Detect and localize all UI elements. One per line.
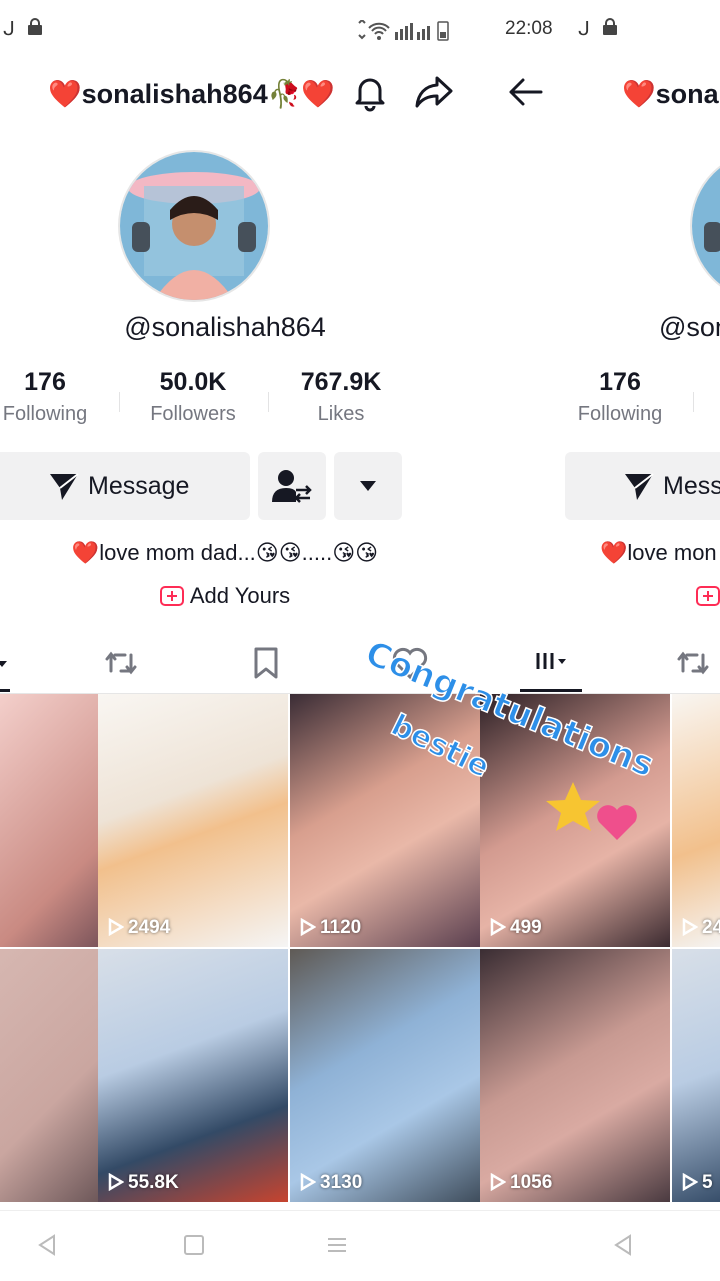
nav-back-icon[interactable] bbox=[36, 1233, 58, 1257]
friends-button[interactable] bbox=[258, 452, 326, 520]
tab-videos[interactable] bbox=[0, 643, 25, 692]
view-count: 55.8K bbox=[108, 1172, 179, 1194]
following-stat[interactable]: 176 Following bbox=[0, 368, 105, 426]
view-count: 24 bbox=[682, 917, 720, 939]
likes-stat[interactable]: 767.9K Likes bbox=[281, 368, 401, 426]
content-tabs bbox=[0, 635, 480, 694]
lock-icon bbox=[602, 18, 618, 42]
tab-liked[interactable] bbox=[390, 643, 430, 683]
message-button[interactable]: Message bbox=[0, 452, 250, 520]
content-tabs bbox=[500, 635, 720, 694]
bio-text: ❤️love mon bbox=[600, 540, 717, 565]
lock-icon bbox=[27, 18, 43, 42]
send-icon bbox=[50, 473, 79, 500]
video-thumbnail[interactable]: 24 bbox=[672, 694, 720, 947]
view-count: 1056 bbox=[490, 1172, 552, 1194]
video-thumbnail[interactable]: 55.8K bbox=[98, 949, 288, 1202]
video-thumbnail[interactable]: 3130 bbox=[290, 949, 480, 1202]
profile-screen-next: 22:08 ᒍ ❤️sonal @son 176Following Mess ❤… bbox=[480, 0, 720, 1280]
video-thumbnail[interactable]: 1120 bbox=[290, 694, 480, 947]
status-icons bbox=[355, 18, 451, 48]
notification-indicator: ᒍ bbox=[3, 19, 15, 40]
followers-stat[interactable]: 50.0K Followers bbox=[133, 368, 253, 426]
following-stat[interactable]: 176 Following bbox=[560, 368, 680, 426]
username-handle: @son bbox=[659, 312, 720, 342]
nav-home-icon[interactable] bbox=[183, 1233, 205, 1257]
bell-icon[interactable] bbox=[350, 72, 394, 116]
video-thumbnail[interactable]: 2494 bbox=[98, 694, 288, 947]
view-count: 2494 bbox=[108, 917, 170, 939]
profile-screen: ᒍ ❤️sonalishah864🥀❤️ @sonalishah864 176 … bbox=[0, 0, 480, 1280]
notification-indicator: ᒍ bbox=[578, 19, 590, 40]
view-count: 1120 bbox=[300, 917, 361, 939]
nav-back-icon[interactable] bbox=[612, 1233, 634, 1257]
send-icon bbox=[625, 473, 654, 500]
profile-title: ❤️sonal bbox=[622, 79, 720, 109]
avatar[interactable] bbox=[690, 150, 720, 302]
video-thumbnail[interactable]: 5 bbox=[672, 949, 720, 1202]
profile-header: ❤️sonalishah864🥀❤️ bbox=[0, 70, 465, 116]
video-thumbnail[interactable]: 499 bbox=[480, 694, 670, 947]
tab-reposts[interactable] bbox=[675, 643, 715, 683]
username-handle: @sonalishah864 bbox=[124, 312, 326, 342]
avatar[interactable] bbox=[118, 150, 270, 302]
more-dropdown-button[interactable] bbox=[334, 452, 402, 520]
stat-divider bbox=[119, 392, 120, 412]
add-yours-icon bbox=[159, 586, 184, 606]
video-thumbnail[interactable]: 1056 bbox=[480, 949, 670, 1202]
view-count: 3130 bbox=[300, 1172, 362, 1194]
add-yours-link[interactable]: Add Yours bbox=[0, 583, 465, 609]
view-count: 499 bbox=[490, 917, 542, 939]
profile-title: ❤️sonalishah864🥀❤️ bbox=[48, 79, 335, 109]
user-swap-icon bbox=[272, 470, 312, 503]
back-arrow-icon[interactable] bbox=[505, 72, 549, 116]
system-nav-bar bbox=[0, 1210, 720, 1281]
message-button[interactable]: Mess bbox=[565, 452, 720, 520]
view-count: 5 bbox=[682, 1172, 713, 1194]
stat-divider bbox=[268, 392, 269, 412]
add-yours-icon[interactable] bbox=[696, 584, 720, 611]
nav-menu-icon[interactable] bbox=[326, 1233, 348, 1257]
chevron-down-icon bbox=[360, 481, 376, 491]
clock: 22:08 bbox=[505, 18, 553, 39]
tab-reposts[interactable] bbox=[103, 643, 143, 683]
tab-videos[interactable] bbox=[520, 643, 582, 692]
share-icon[interactable] bbox=[413, 72, 457, 116]
bio-text: ❤️love mom dad...😘😘.....😘😘 bbox=[71, 540, 379, 565]
tab-saved[interactable] bbox=[246, 643, 286, 683]
stat-divider bbox=[693, 392, 694, 412]
